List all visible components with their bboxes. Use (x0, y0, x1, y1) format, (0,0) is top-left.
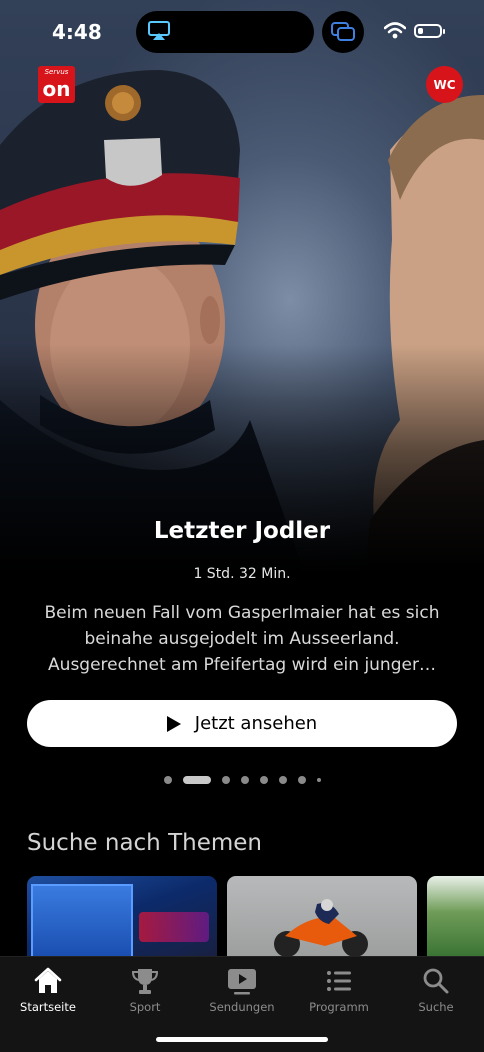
watch-now-button[interactable]: Jetzt ansehen (27, 700, 457, 747)
tab-label: Sendungen (209, 1000, 275, 1014)
tab-label: Programm (309, 1000, 369, 1014)
tab-label: Suche (418, 1000, 454, 1014)
hero-title: Letzter Jodler (153, 518, 331, 544)
topic-tile-motorsport[interactable] (227, 876, 417, 966)
trophy-icon (131, 969, 159, 994)
wifi-icon (384, 22, 406, 39)
carousel-dot[interactable] (163, 776, 172, 784)
battery-level (418, 28, 423, 34)
status-bar: 4:48 (0, 0, 484, 62)
status-time: 4:48 (52, 20, 102, 44)
screen-mirror-icon (331, 22, 355, 41)
logo-big-text: on (42, 77, 71, 101)
profile-avatar[interactable]: WC (426, 66, 463, 103)
carousel-dot[interactable] (240, 776, 249, 784)
airplay-icon (148, 21, 170, 40)
carousel-dot[interactable] (182, 776, 211, 784)
list-icon (327, 971, 351, 991)
tab-label: Sport (129, 1000, 161, 1014)
tile-studio-screen (31, 884, 133, 958)
watch-now-label: Jetzt ansehen (194, 713, 318, 734)
topics-carousel[interactable] (27, 876, 484, 966)
play-icon (166, 715, 181, 732)
tab-programm[interactable]: Programm (291, 965, 387, 1014)
dynamic-island (136, 11, 314, 53)
carousel-pagination[interactable] (0, 776, 484, 784)
tab-suche[interactable]: Suche (388, 965, 484, 1014)
carousel-dot[interactable] (316, 778, 321, 782)
motorbike-image (274, 899, 368, 957)
carousel-dot[interactable] (297, 776, 306, 784)
hero-banner[interactable] (0, 0, 484, 820)
tile-studio-lights (139, 912, 209, 942)
hero-description: Beim neuen Fall vom Gasperlmaier hat es … (44, 603, 440, 675)
carousel-dot[interactable] (278, 776, 287, 784)
search-icon (423, 968, 449, 994)
tab-sport[interactable]: Sport (97, 965, 193, 1014)
hero-duration: 1 Std. 32 Min. (193, 566, 291, 582)
hero-shade (0, 0, 484, 820)
play-screen-icon (228, 969, 256, 995)
home-indicator[interactable] (156, 1037, 328, 1042)
carousel-dot[interactable] (221, 776, 230, 784)
tab-startseite[interactable]: Startseite (0, 965, 96, 1014)
topic-tile-news[interactable] (27, 876, 217, 966)
servus-on-logo[interactable]: Servus on (38, 66, 75, 103)
carousel-dot[interactable] (259, 776, 268, 784)
dynamic-island-secondary (322, 11, 364, 53)
home-icon (34, 967, 62, 993)
logo-small-text: Servus (44, 68, 69, 76)
topic-tile-nature[interactable] (427, 876, 484, 966)
battery-icon (414, 24, 445, 38)
tab-label: Startseite (20, 1000, 76, 1014)
topics-heading: Suche nach Themen (27, 830, 262, 856)
tab-sendungen[interactable]: Sendungen (194, 965, 290, 1014)
